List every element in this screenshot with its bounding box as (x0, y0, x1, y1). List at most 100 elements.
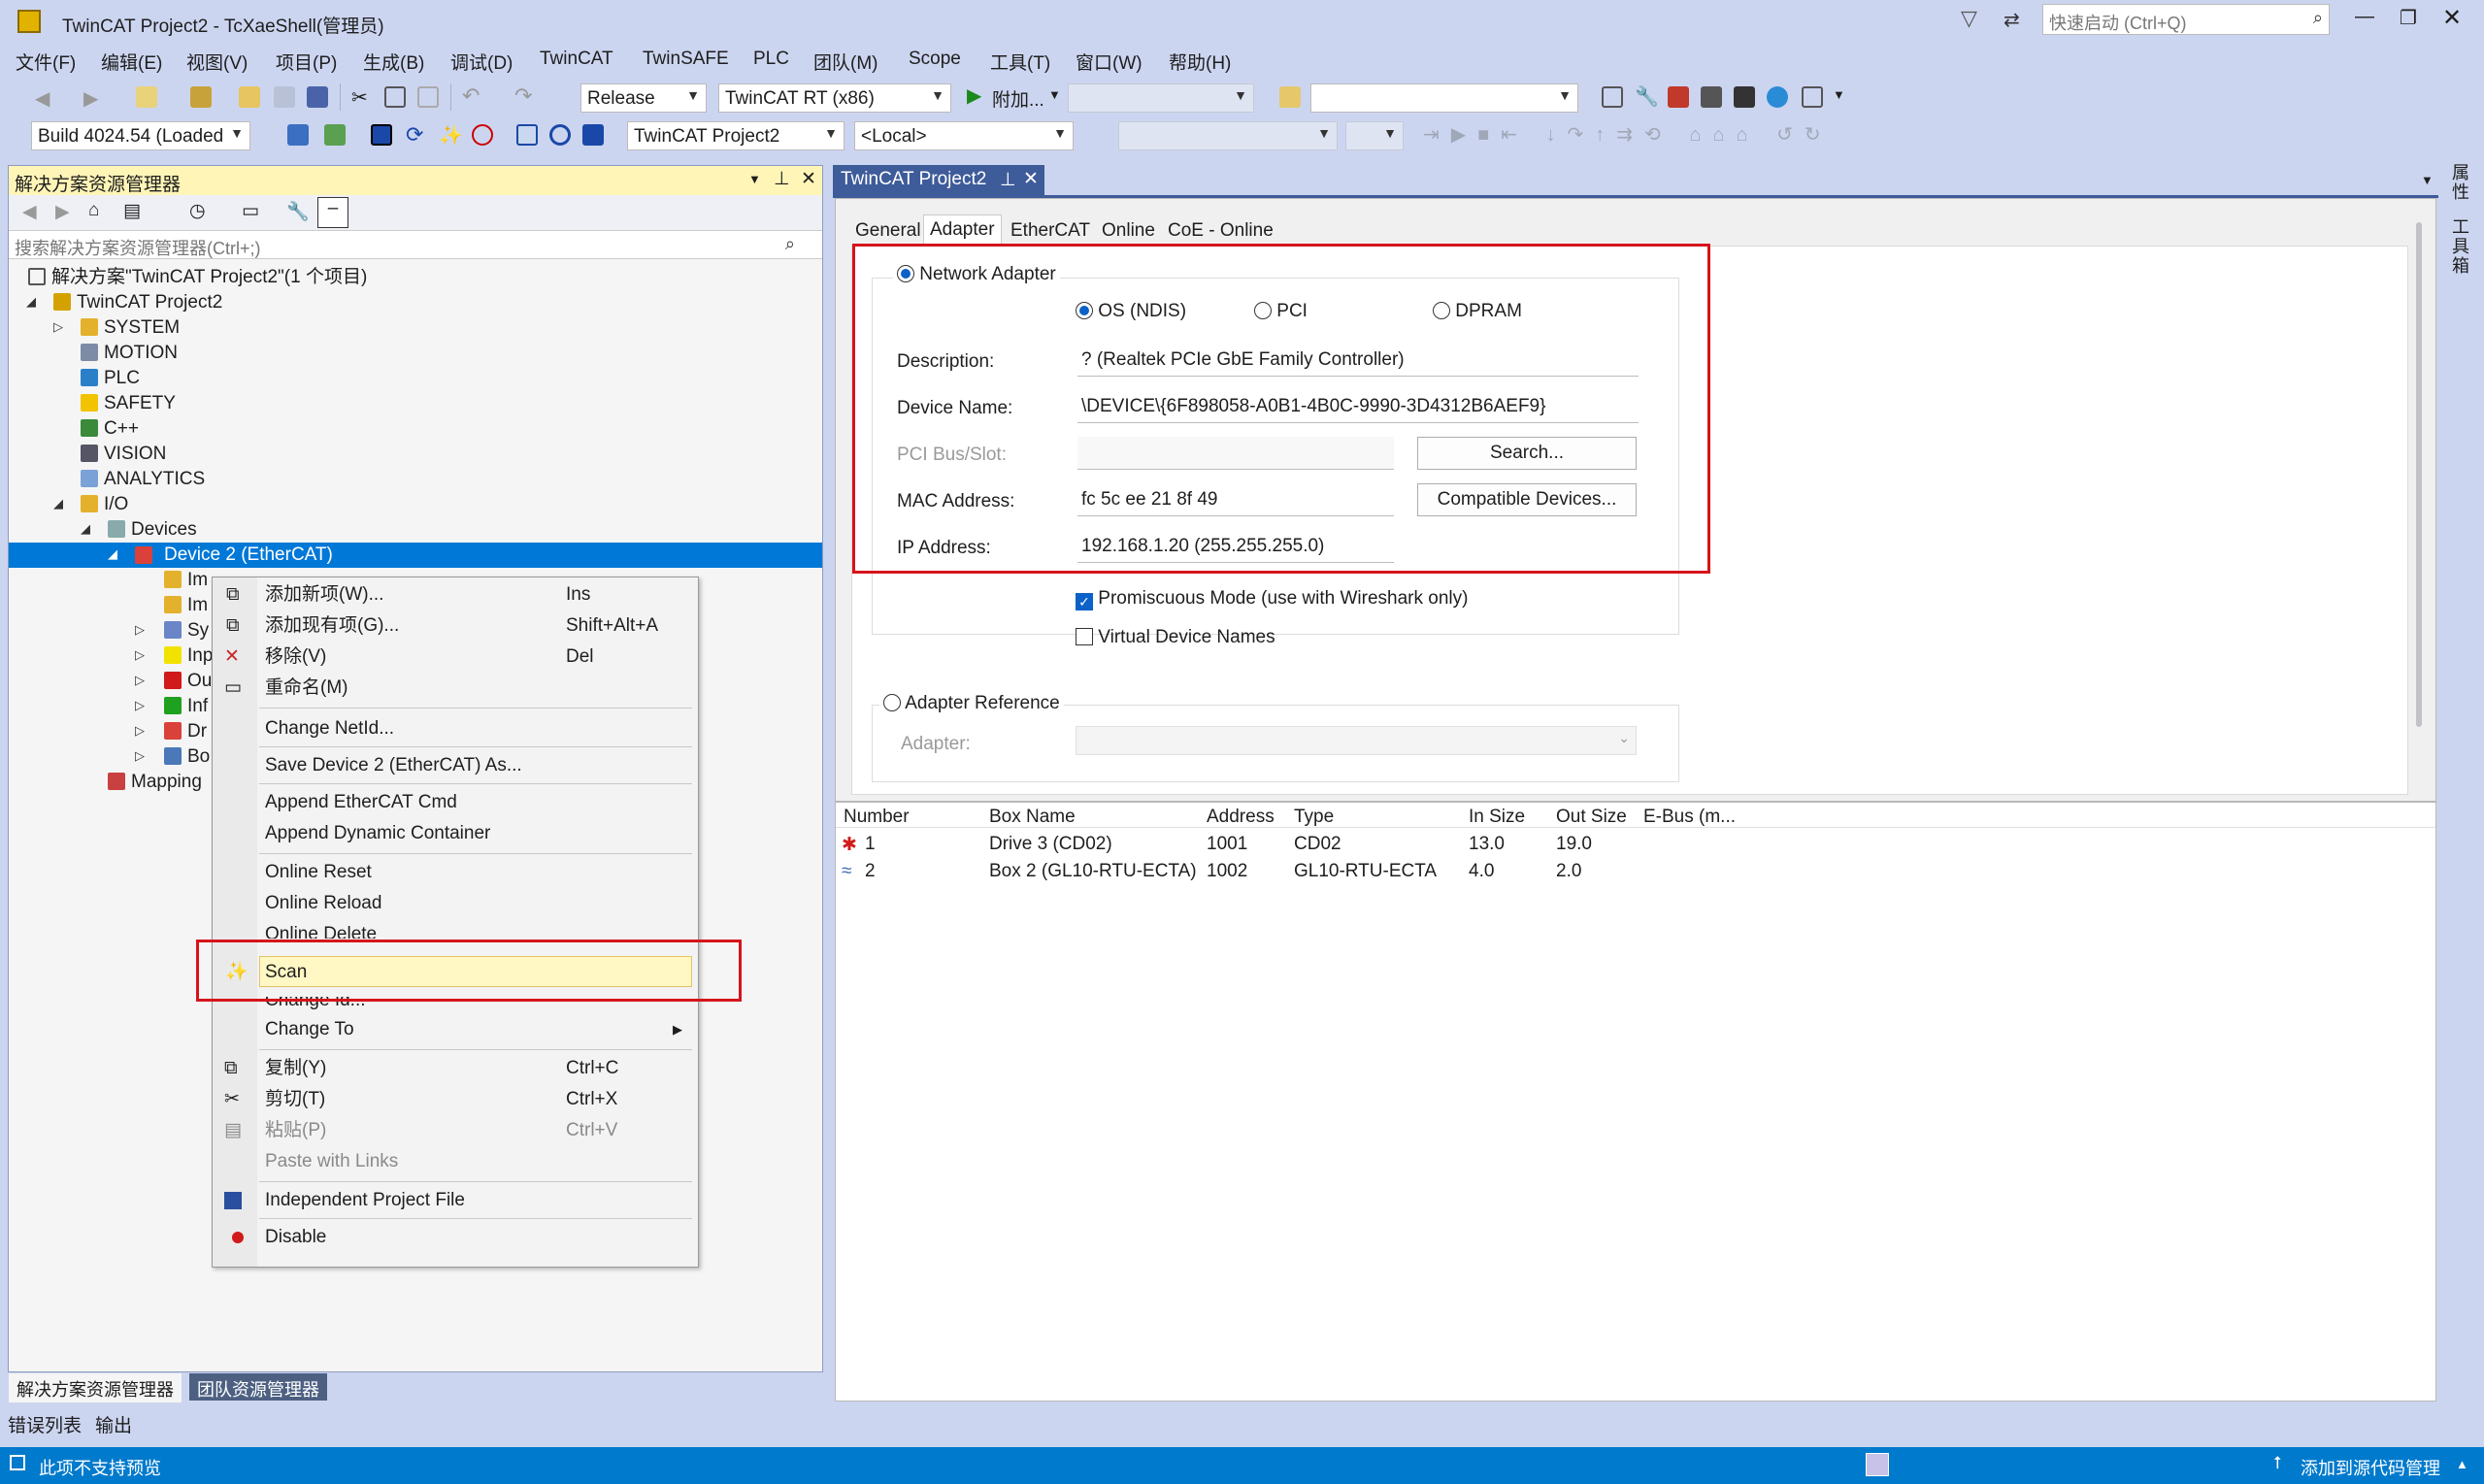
col-in-size[interactable]: In Size (1469, 807, 1525, 828)
doc-close-icon[interactable]: ✕ (1023, 168, 1039, 190)
menu-tools[interactable]: 工具(T) (990, 49, 1050, 75)
menu-help[interactable]: 帮助(H) (1169, 49, 1231, 75)
tree-solution[interactable]: 解决方案"TwinCAT Project2"(1 个项目) (28, 265, 367, 290)
col-number[interactable]: Number (844, 807, 910, 828)
menu-add-new-item[interactable]: ⧉ 添加新项(W)... Ins (213, 579, 698, 610)
globe-icon[interactable] (1767, 86, 1788, 108)
solution-search-input[interactable]: 搜索解决方案资源管理器(Ctrl+;) ⌕ (9, 230, 822, 259)
toolbox-rail-tab[interactable]: 工具箱 (2452, 217, 2473, 276)
menu-append-dynamic-container[interactable]: Append Dynamic Container (213, 818, 698, 849)
cut-icon[interactable]: ✂ (351, 85, 373, 109)
tree-outputs[interactable]: Ou (164, 669, 212, 694)
col-type[interactable]: Type (1294, 807, 1334, 828)
tab-team-explorer[interactable]: 团队资源管理器 (189, 1373, 327, 1401)
menu-disable[interactable]: Disable (213, 1222, 698, 1253)
switch-views-icon[interactable]: ▤ (123, 200, 141, 222)
tree-cpp[interactable]: C++ (81, 416, 139, 442)
menu-online-reload[interactable]: Online Reload (213, 888, 698, 919)
expand-project-icon[interactable]: ◢ (26, 294, 36, 310)
toolbox-icon[interactable] (1668, 86, 1689, 108)
subtab-adapter[interactable]: Adapter (923, 214, 1002, 247)
find-icon[interactable] (1279, 86, 1301, 108)
expand-device2-icon[interactable]: ◢ (108, 546, 117, 562)
minimize-button[interactable]: — (2355, 6, 2374, 28)
menu-plc[interactable]: PLC (753, 49, 789, 70)
tree-image[interactable]: Im (164, 568, 208, 593)
document-tab[interactable]: TwinCAT Project2 ⊥ ✕ (833, 165, 1044, 196)
adapter-reference-option[interactable]: Adapter Reference (879, 693, 1064, 714)
wrench-icon[interactable]: 🔧 (1635, 84, 1659, 108)
config-select[interactable]: Release ▼ (580, 83, 707, 113)
activate-config-icon[interactable] (287, 124, 309, 146)
col-address[interactable]: Address (1207, 807, 1275, 828)
expand-io-icon[interactable]: ◢ (53, 496, 63, 511)
panel-close-icon[interactable]: ✕ (801, 168, 816, 190)
menu-window[interactable]: 窗口(W) (1076, 49, 1143, 75)
reload-icon[interactable]: ⟳ (406, 122, 427, 147)
find-select[interactable]: ▼ (1310, 83, 1578, 113)
tree-infodata[interactable]: Inf (164, 694, 208, 719)
network-icon[interactable] (1734, 86, 1755, 108)
preview-icon[interactable]: – (317, 197, 348, 228)
promiscuous-option[interactable]: ✓ Promiscuous Mode (use with Wireshark o… (1076, 588, 1468, 610)
target-select[interactable]: <Local> ▼ (854, 121, 1074, 150)
tab-error-list[interactable]: 错误列表 (8, 1411, 82, 1437)
menu-twincat[interactable]: TwinCAT (540, 49, 613, 70)
tree-syncunits[interactable]: Sy (164, 618, 209, 643)
menu-online-reset[interactable]: Online Reset (213, 857, 698, 888)
subtab-ethercat[interactable]: EtherCAT (1010, 220, 1090, 242)
maximize-button[interactable]: ❐ (2400, 6, 2417, 30)
menu-change-netid[interactable]: Change NetId... (213, 713, 698, 744)
menu-independent-project-file[interactable]: Independent Project File (213, 1185, 698, 1216)
menu-rename[interactable]: ▭ 重命名(M) (213, 673, 698, 704)
tree-inputs[interactable]: Inp (164, 643, 213, 669)
se-forward-icon[interactable]: ▶ (55, 201, 70, 223)
virtual-names-option[interactable]: Virtual Device Names (1076, 627, 1275, 648)
quick-launch-input[interactable]: 快速启动 (Ctrl+Q) ⌕ (2042, 4, 2330, 35)
tree-system[interactable]: SYSTEM (81, 315, 180, 341)
forward-icon[interactable]: ▶ (83, 86, 105, 110)
back-icon[interactable]: ◀ (35, 86, 56, 110)
tab-solution-explorer[interactable]: 解决方案资源管理器 (9, 1373, 182, 1402)
add-to-source-control[interactable]: 添加到源代码管理 (2301, 1455, 2440, 1480)
tree-drive[interactable]: Dr (164, 719, 207, 744)
platform-select[interactable]: TwinCAT RT (x86) ▼ (718, 83, 951, 113)
tree-io[interactable]: I/O (81, 492, 128, 517)
menu-file[interactable]: 文件(F) (16, 49, 76, 75)
collapse-icon[interactable]: ▭ (242, 200, 259, 222)
subtab-coe-online[interactable]: CoE - Online (1168, 220, 1274, 242)
attach-button[interactable]: 附加... (992, 85, 1044, 112)
history-icon[interactable]: ◷ (189, 200, 206, 222)
restart-icon[interactable] (324, 124, 346, 146)
tree-image-info[interactable]: Im (164, 593, 208, 618)
col-ebus[interactable]: E-Bus (m... (1643, 807, 1736, 828)
tool-window-icon[interactable] (1602, 86, 1623, 108)
run-mode-icon[interactable] (371, 124, 392, 146)
subtab-online[interactable]: Online (1102, 220, 1155, 242)
tree-vision[interactable]: VISION (81, 442, 166, 467)
col-box-name[interactable]: Box Name (989, 807, 1076, 828)
project-select[interactable]: TwinCAT Project2 ▼ (627, 121, 845, 150)
status-dropdown-icon[interactable]: ▲ (2456, 1457, 2468, 1471)
doc-pin-icon[interactable]: ⊥ (1000, 169, 1016, 191)
se-back-icon[interactable]: ◀ (22, 201, 37, 223)
show-online-icon[interactable] (516, 124, 538, 146)
tree-plc[interactable]: PLC (81, 366, 140, 391)
home-icon[interactable]: ⌂ (88, 200, 99, 221)
doc-overflow-icon[interactable]: ▼ (2421, 173, 2434, 187)
target-icon[interactable] (549, 124, 571, 146)
build-select[interactable]: Build 4024.54 (Loaded ▼ (31, 121, 250, 150)
undo-icon[interactable]: ↶ (462, 83, 483, 108)
pin-icon[interactable]: ⊥ (774, 168, 790, 190)
tab-output[interactable]: 输出 (95, 1411, 132, 1437)
expand-devices-icon[interactable]: ◢ (81, 521, 90, 537)
menu-edit[interactable]: 编辑(E) (101, 49, 162, 75)
menu-debug[interactable]: 调试(D) (450, 49, 513, 75)
add-item-icon[interactable] (190, 86, 212, 108)
menu-project[interactable]: 项目(P) (276, 49, 337, 75)
menu-scope[interactable]: Scope (909, 49, 961, 70)
menu-cut[interactable]: ✂ 剪切(T) Ctrl+X (213, 1084, 698, 1115)
console-dropdown-icon[interactable]: ▼ (1833, 87, 1845, 102)
properties-wrench-icon[interactable]: 🔧 (286, 200, 310, 223)
tree-devices[interactable]: Devices (108, 517, 197, 543)
